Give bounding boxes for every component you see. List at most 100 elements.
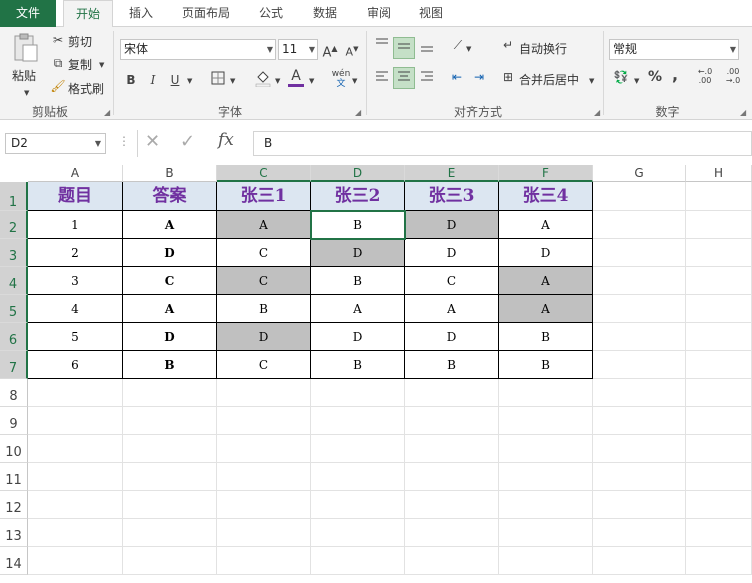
empty-cell[interactable] (686, 379, 752, 407)
empty-cell[interactable] (686, 435, 752, 463)
table-cell[interactable]: B (311, 351, 405, 379)
empty-cell[interactable] (593, 519, 686, 547)
wrap-text-icon[interactable]: ↵ (500, 37, 516, 53)
table-cell[interactable]: C (217, 267, 311, 295)
column-header-d[interactable]: D (311, 165, 405, 182)
underline-button[interactable]: U (168, 72, 182, 88)
empty-cell[interactable] (311, 491, 405, 519)
comma-button[interactable]: , (668, 67, 682, 83)
empty-cell[interactable] (686, 323, 752, 351)
table-header-cell[interactable]: 张三4 (499, 182, 593, 211)
table-cell[interactable]: B (311, 267, 405, 295)
table-cell[interactable]: A (405, 295, 499, 323)
column-header-f[interactable]: F (499, 165, 593, 182)
row-header-3[interactable]: 3 (0, 239, 28, 267)
table-cell[interactable]: C (123, 267, 217, 295)
empty-cell[interactable] (28, 491, 123, 519)
table-cell[interactable]: D (217, 323, 311, 351)
empty-cell[interactable] (311, 407, 405, 435)
paste-dropdown-icon[interactable]: ▼ (24, 85, 29, 101)
empty-cell[interactable] (499, 463, 593, 491)
empty-cell[interactable] (28, 435, 123, 463)
tab-review[interactable]: 审阅 (356, 0, 402, 27)
empty-cell[interactable] (28, 547, 123, 575)
top-align-icon[interactable] (372, 37, 392, 57)
empty-cell[interactable] (123, 547, 217, 575)
empty-cell[interactable] (311, 435, 405, 463)
empty-cell[interactable] (123, 491, 217, 519)
empty-cell[interactable] (217, 379, 311, 407)
empty-cell[interactable] (311, 379, 405, 407)
row-header-5[interactable]: 5 (0, 295, 28, 323)
empty-cell[interactable] (499, 435, 593, 463)
empty-cell[interactable] (686, 267, 752, 295)
row-header-7[interactable]: 7 (0, 351, 28, 379)
empty-cell[interactable] (405, 463, 499, 491)
table-cell[interactable]: A (499, 211, 593, 239)
borders-dropdown-icon[interactable]: ▼ (230, 73, 235, 89)
empty-cell[interactable] (28, 379, 123, 407)
empty-cell[interactable] (686, 182, 752, 211)
currency-icon[interactable]: 💱 (612, 69, 630, 85)
table-header-cell[interactable]: 答案 (123, 182, 217, 211)
empty-cell[interactable] (593, 182, 686, 211)
name-box[interactable]: D2 ▼ (5, 133, 106, 154)
table-cell[interactable]: B (499, 351, 593, 379)
number-launcher-icon[interactable]: ◢ (740, 108, 746, 117)
empty-cell[interactable] (405, 547, 499, 575)
empty-cell[interactable] (311, 547, 405, 575)
empty-cell[interactable] (593, 267, 686, 295)
row-header-1[interactable]: 1 (0, 182, 28, 211)
copy-button[interactable]: 复制 (68, 56, 92, 73)
row-header-6[interactable]: 6 (0, 323, 28, 351)
confirm-entry-icon[interactable]: ✓ (180, 131, 195, 152)
empty-cell[interactable] (686, 239, 752, 267)
empty-cell[interactable] (123, 435, 217, 463)
merge-dropdown-icon[interactable]: ▼ (589, 73, 594, 89)
row-header-13[interactable]: 13 (0, 519, 28, 547)
table-cell[interactable]: A (123, 295, 217, 323)
empty-cell[interactable] (593, 323, 686, 351)
row-header-12[interactable]: 12 (0, 491, 28, 519)
font-color-dropdown-icon[interactable]: ▼ (309, 73, 314, 89)
paste-label[interactable]: 粘贴 (12, 67, 36, 84)
number-format-combo[interactable]: 常规 ▼ (609, 39, 739, 60)
align-right-icon[interactable] (417, 69, 437, 89)
table-header-cell[interactable]: 题目 (28, 182, 123, 211)
tab-page-layout[interactable]: 页面布局 (172, 0, 240, 27)
orientation-icon[interactable]: ⟋ (448, 37, 468, 53)
borders-icon[interactable] (210, 71, 226, 89)
tab-insert[interactable]: 插入 (118, 0, 164, 27)
table-cell[interactable]: B (405, 351, 499, 379)
empty-cell[interactable] (593, 295, 686, 323)
format-painter-button[interactable]: 格式刷 (68, 80, 104, 97)
column-header-e[interactable]: E (405, 165, 499, 182)
table-cell[interactable]: 2 (28, 239, 123, 267)
grow-font-icon[interactable]: A▲ (322, 41, 338, 61)
bold-button[interactable]: B (124, 72, 138, 88)
empty-cell[interactable] (405, 435, 499, 463)
table-cell[interactable]: D (405, 239, 499, 267)
table-header-cell[interactable]: 张三3 (405, 182, 499, 211)
empty-cell[interactable] (499, 519, 593, 547)
bottom-align-icon[interactable] (417, 37, 437, 57)
row-header-8[interactable]: 8 (0, 379, 28, 407)
empty-cell[interactable] (28, 463, 123, 491)
empty-cell[interactable] (311, 519, 405, 547)
empty-cell[interactable] (405, 379, 499, 407)
paste-icon[interactable] (10, 33, 40, 63)
empty-cell[interactable] (217, 463, 311, 491)
row-header-4[interactable]: 4 (0, 267, 28, 295)
insert-function-icon[interactable]: fx (218, 130, 234, 150)
italic-button[interactable]: I (146, 72, 160, 88)
row-header-9[interactable]: 9 (0, 407, 28, 435)
table-cell[interactable]: A (123, 211, 217, 239)
empty-cell[interactable] (593, 211, 686, 239)
column-header-c[interactable]: C (217, 165, 311, 182)
empty-cell[interactable] (123, 407, 217, 435)
empty-cell[interactable] (311, 463, 405, 491)
tab-formulas[interactable]: 公式 (248, 0, 294, 27)
font-size-combo[interactable]: 11 ▼ (278, 39, 318, 60)
table-cell[interactable]: A (311, 295, 405, 323)
phonetic-guide-icon[interactable]: wén 文 (330, 69, 352, 89)
